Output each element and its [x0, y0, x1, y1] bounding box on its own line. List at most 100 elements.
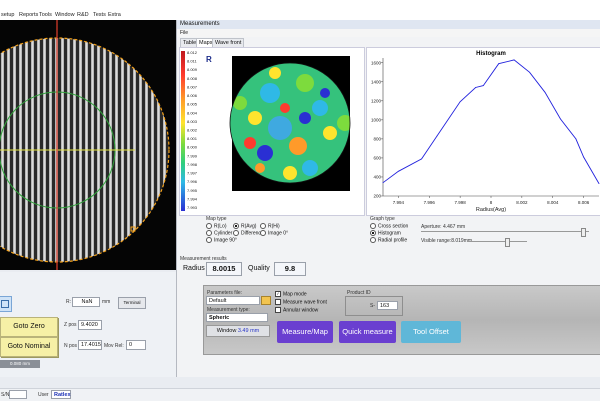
radio-option[interactable]: Radial profile: [370, 237, 407, 243]
menu-extra[interactable]: Extra: [108, 12, 121, 18]
y-tick-label: 1600: [371, 60, 382, 65]
measurement-type-select[interactable]: Spheric: [206, 313, 268, 322]
y-tick-label: 1200: [371, 98, 382, 103]
radio-label: R(Lo): [214, 223, 227, 230]
radio-icon[interactable]: [370, 230, 376, 236]
menu-file[interactable]: File: [177, 29, 600, 37]
checkbox-label: Measure wave front: [283, 299, 327, 306]
radio-icon[interactable]: [206, 237, 212, 243]
radio-option[interactable]: Image 0°: [260, 230, 288, 236]
folder-icon[interactable]: [261, 296, 271, 305]
product-id-field[interactable]: 163: [377, 301, 398, 310]
zpos-field[interactable]: 9.4020: [78, 320, 102, 330]
sn-field[interactable]: [9, 390, 27, 399]
goto-zero-button[interactable]: Goto Zero: [0, 317, 58, 337]
radio-icon[interactable]: [206, 230, 212, 236]
quality-value: 9.8: [274, 262, 306, 276]
menu-tools[interactable]: Tools: [39, 12, 52, 18]
radius-map: 8.012 8.011 8.009 8.008 8.007 8.006 8.005 8.004…: [181, 50, 351, 211]
measurements-title: Measurements: [177, 20, 600, 29]
radio-label: Radial profile: [378, 237, 408, 244]
radio-icon[interactable]: [233, 223, 239, 229]
radio-label: R(Avg): [241, 223, 257, 230]
goto-nominal-button[interactable]: Goto Nominal: [0, 337, 58, 357]
x-tick-label: 8.002: [516, 200, 528, 205]
x-tick-label: 7.998: [455, 200, 467, 205]
tool-offset-button[interactable]: Tool Offset: [401, 321, 461, 343]
colorbar-tick-label: 8.003: [187, 119, 198, 124]
histogram-title: Histogram: [476, 51, 506, 57]
params-file-select[interactable]: Default: [206, 296, 260, 305]
npos-label: N pos: [64, 343, 78, 349]
npos-field[interactable]: 17.4015: [78, 340, 102, 350]
histogram-point: [382, 182, 384, 184]
zpos-label: Z pos: [64, 322, 77, 328]
radio-option[interactable]: Image 90°: [206, 237, 237, 243]
colorbar-tick-label: 7.994: [187, 196, 198, 201]
radio-option[interactable]: R(Avg): [233, 223, 256, 229]
radius-value: 8.0015: [206, 262, 242, 276]
histogram-line: [382, 59, 600, 184]
window-button[interactable]: Window 3.49 mm: [206, 325, 270, 337]
param-checkbox-row[interactable]: Annular window: [275, 307, 318, 313]
radio-icon[interactable]: [370, 237, 376, 243]
radio-label: Histogram: [378, 230, 401, 237]
stage-controls: R: NaN mm Terminal Goto Zero Z pos 9.402…: [0, 272, 177, 377]
colorbar-tick-label: 8.000: [187, 145, 198, 150]
histogram-point: [459, 101, 461, 103]
visible-range-slider[interactable]: [467, 238, 527, 247]
radio-icon[interactable]: [206, 223, 212, 229]
fringe-image: [0, 20, 176, 270]
window-label: Window: [216, 328, 237, 334]
param-checkbox-row[interactable]: Measure wave front: [275, 299, 327, 305]
radio-icon[interactable]: [233, 230, 239, 236]
menu-window[interactable]: Window: [55, 12, 75, 18]
checkbox-icon[interactable]: [275, 307, 281, 313]
aperture-slider[interactable]: [421, 228, 589, 237]
checkbox-icon[interactable]: ✓: [275, 291, 281, 297]
x-tick-label: 7.996: [424, 200, 436, 205]
radio-option[interactable]: Cylinder: [206, 230, 232, 236]
radio-option[interactable]: Histogram: [370, 230, 401, 236]
aperture-slider-thumb[interactable]: [581, 228, 586, 237]
movrel-field[interactable]: 0: [126, 340, 146, 350]
visible-range-label: Visible range:8.019mm: [421, 238, 473, 244]
histogram-point: [398, 170, 399, 172]
map-type-title: Map type: [206, 216, 227, 222]
radio-label: Image 90°: [214, 237, 237, 244]
terminal-button[interactable]: Terminal: [118, 297, 146, 309]
radio-option[interactable]: R(Lo): [206, 223, 227, 229]
radio-option[interactable]: R(Hi): [260, 223, 280, 229]
histogram-point: [436, 135, 438, 137]
quick-measure-button[interactable]: Quick measure: [339, 321, 396, 343]
camera-view[interactable]: [0, 20, 176, 270]
visible-range-slider-thumb[interactable]: [505, 238, 510, 247]
quality-label: Quality: [248, 265, 270, 272]
measure-map-button[interactable]: Measure/Map: [277, 321, 333, 343]
radio-icon[interactable]: [260, 223, 266, 229]
histogram-point: [583, 156, 584, 158]
menu-tests[interactable]: Tests: [93, 12, 106, 18]
radio-label: R(Hi): [268, 223, 280, 230]
user-field[interactable]: Ratlex: [51, 390, 71, 399]
radio-option[interactable]: Cross section: [370, 223, 408, 229]
radio-icon[interactable]: [370, 223, 376, 229]
param-checkbox-row[interactable]: ✓ Map mode: [275, 291, 307, 297]
histogram-point: [575, 138, 577, 140]
colorbar-tick-label: 7.997: [187, 171, 198, 176]
menu-reports[interactable]: Reports: [19, 12, 38, 18]
tab-wave-front[interactable]: Wave front: [212, 38, 245, 47]
colorbar-tick-label: 7.995: [187, 188, 198, 193]
menu-setup[interactable]: setup: [1, 12, 14, 18]
checkbox-icon[interactable]: [275, 299, 281, 305]
colorbar: [181, 51, 185, 211]
view-toggle-button[interactable]: [0, 296, 12, 312]
colorbar-tick-label: 7.998: [187, 162, 198, 167]
y-tick-label: 1000: [371, 117, 382, 122]
radio-icon[interactable]: [260, 230, 266, 236]
r-value-field: NaN: [72, 297, 100, 307]
colorbar-tick-label: 8.006: [187, 93, 198, 98]
y-tick-label: 200: [373, 194, 381, 199]
menu-rd[interactable]: R&D: [77, 12, 89, 18]
graph-type-title: Graph type: [370, 216, 395, 222]
